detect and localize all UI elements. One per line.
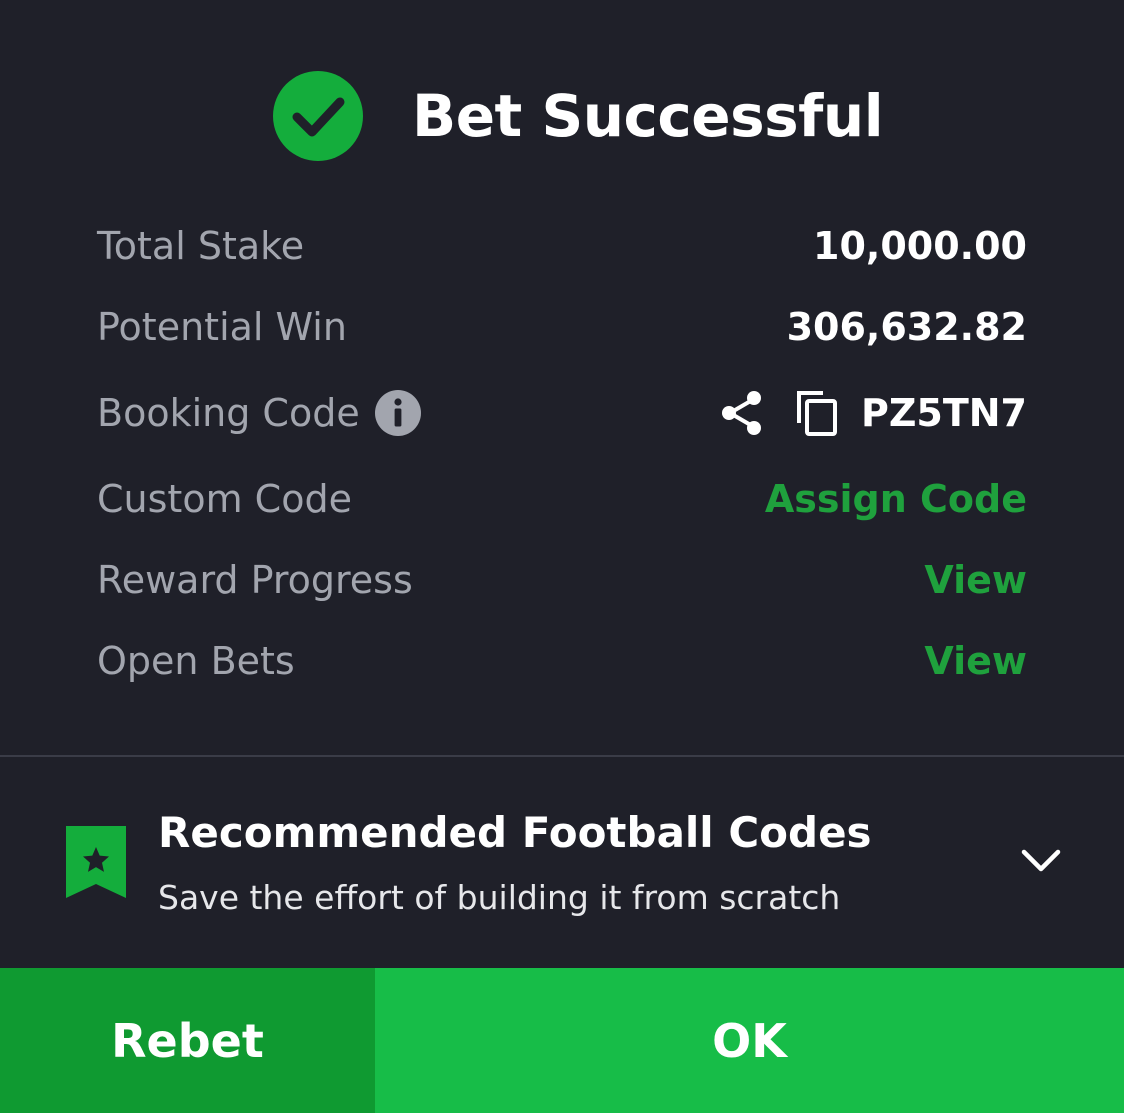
booking-code-value-group: PZ5TN7 — [719, 389, 1027, 437]
check-circle-icon — [273, 71, 363, 161]
booking-code-label-group: Booking Code — [97, 389, 422, 437]
ok-button[interactable]: OK — [375, 968, 1124, 1113]
open-bets-row: Open Bets View — [97, 631, 1027, 691]
reward-progress-label: Reward Progress — [97, 558, 413, 602]
recommended-codes-panel[interactable]: Recommended Football Codes Save the effo… — [0, 758, 1124, 968]
section-divider — [0, 755, 1124, 757]
open-bets-label: Open Bets — [97, 639, 295, 683]
info-icon[interactable] — [374, 389, 422, 437]
bookmark-star-icon — [66, 826, 126, 898]
chevron-down-icon[interactable] — [1020, 848, 1062, 874]
potential-win-label: Potential Win — [97, 305, 347, 349]
potential-win-value: 306,632.82 — [786, 305, 1027, 349]
reward-progress-view-link[interactable]: View — [924, 558, 1027, 602]
page-title: Bet Successful — [412, 82, 884, 150]
open-bets-view-link[interactable]: View — [924, 639, 1027, 683]
copy-icon[interactable] — [795, 389, 839, 437]
potential-win-row: Potential Win 306,632.82 — [97, 297, 1027, 357]
rebet-button[interactable]: Rebet — [0, 968, 375, 1113]
assign-code-link[interactable]: Assign Code — [765, 477, 1027, 521]
custom-code-label: Custom Code — [97, 477, 352, 521]
booking-code-label: Booking Code — [97, 391, 360, 435]
total-stake-row: Total Stake 10,000.00 — [97, 216, 1027, 276]
success-header: Bet Successful — [272, 70, 884, 162]
footer-actions: Rebet OK — [0, 968, 1124, 1113]
recommended-codes-title: Recommended Football Codes — [158, 808, 872, 857]
booking-code-value: PZ5TN7 — [860, 391, 1027, 435]
reward-progress-row: Reward Progress View — [97, 550, 1027, 610]
total-stake-value: 10,000.00 — [813, 224, 1027, 268]
recommended-codes-subtitle: Save the effort of building it from scra… — [158, 878, 841, 917]
share-icon[interactable] — [719, 389, 765, 437]
booking-code-row: Booking Code PZ5TN7 — [97, 383, 1027, 443]
total-stake-label: Total Stake — [97, 224, 305, 268]
custom-code-row: Custom Code Assign Code — [97, 469, 1027, 529]
bet-success-screen: Bet Successful Total Stake 10,000.00 Pot… — [0, 0, 1124, 1113]
